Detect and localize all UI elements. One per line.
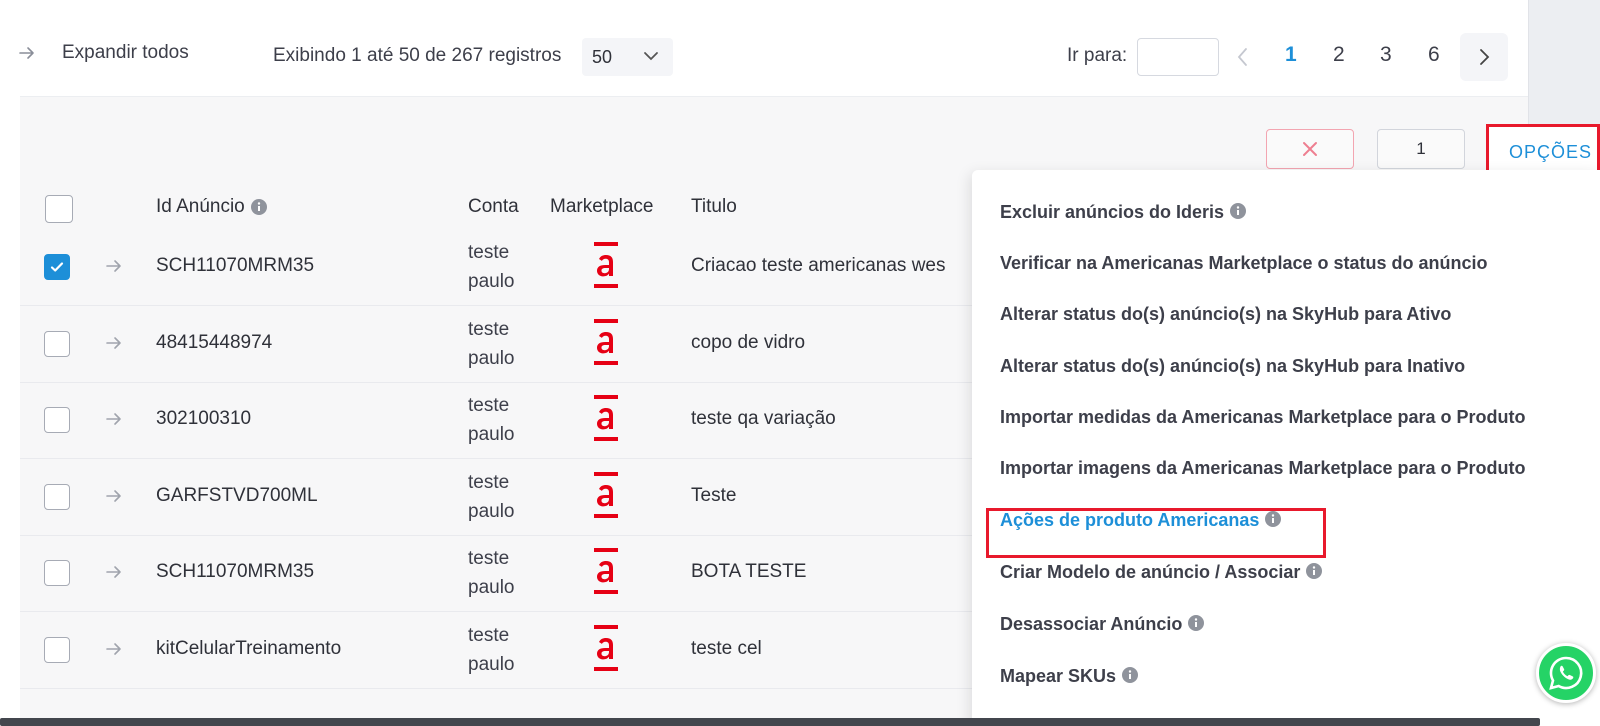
chevron-down-icon <box>644 52 658 61</box>
menu-item[interactable]: Desassociar Anúncio <box>1000 614 1205 635</box>
arrow-right-icon[interactable] <box>105 410 123 428</box>
page-6-button[interactable]: 6 <box>1428 43 1440 67</box>
americanas-logo <box>594 625 618 673</box>
menu-item-label: Alterar status do(s) anúncio(s) na SkyHu… <box>1000 356 1466 376</box>
ad-title[interactable]: BOTA TESTE <box>691 561 981 583</box>
table-row: kitCelularTreinamento teste paulo teste ce… <box>20 611 980 689</box>
table-row: SCH11070MRM35 teste paulo BOTA TESTE <box>20 534 980 612</box>
menu-item-label: Verificar na Americanas Marketplace o st… <box>1000 253 1488 273</box>
page-2-button[interactable]: 2 <box>1333 43 1345 67</box>
records-summary: Exibindo 1 até 50 de 267 registros <box>273 45 562 66</box>
menu-item-label: Alterar status do(s) anúncio(s) na SkyHu… <box>1000 304 1452 324</box>
expand-all-label: Expandir todos <box>62 42 189 63</box>
arrow-right-icon[interactable] <box>105 487 123 505</box>
menu-item[interactable]: Importar imagens da Americanas Marketpla… <box>1000 458 1526 479</box>
ad-id: SCH11070MRM35 <box>156 255 315 276</box>
select-all-checkbox[interactable] <box>45 195 73 223</box>
row-checkbox[interactable] <box>44 484 70 510</box>
menu-item[interactable]: Alterar status do(s) anúncio(s) na SkyHu… <box>1000 356 1465 377</box>
account-name: teste paulo <box>468 625 515 675</box>
ad-id: GARFSTVD700ML <box>156 485 318 506</box>
account-name: teste paulo <box>468 319 515 369</box>
account-name: teste paulo <box>468 242 515 292</box>
selected-count: 1 <box>1377 129 1465 169</box>
menu-item-label: Excluir anúncios do Ideris <box>1000 202 1225 222</box>
ad-title[interactable]: Teste <box>691 485 981 507</box>
americanas-logo <box>594 395 618 443</box>
column-header-marketplace[interactable]: Marketplace <box>550 196 654 218</box>
americanas-logo <box>594 472 618 520</box>
arrow-right-icon[interactable] <box>105 640 123 658</box>
next-page-button[interactable] <box>1460 33 1508 81</box>
whatsapp-icon <box>1549 656 1583 690</box>
americanas-logo <box>594 242 618 290</box>
ad-id: kitCelularTreinamento <box>156 638 342 659</box>
toolbar: Expandir todos Exibindo 1 até 50 de 267 … <box>0 0 1528 96</box>
ad-title[interactable]: teste qa variação <box>691 408 981 430</box>
goto-page-input[interactable] <box>1137 38 1219 76</box>
ad-id: SCH11070MRM35 <box>156 561 315 582</box>
row-checkbox[interactable] <box>44 637 70 663</box>
menu-item[interactable]: Alterar status do(s) anúncio(s) na SkyHu… <box>1000 304 1451 325</box>
arrow-right-icon <box>19 47 34 59</box>
column-header-title[interactable]: Titulo <box>691 196 737 218</box>
arrow-right-icon[interactable] <box>105 257 123 275</box>
info-icon[interactable] <box>1306 563 1323 580</box>
menu-item-label: Mapear SKUs <box>1000 666 1117 686</box>
row-checkbox[interactable] <box>44 254 70 280</box>
chevron-right-icon <box>1480 49 1490 65</box>
column-header-id[interactable]: Id Anúncio <box>156 196 267 218</box>
menu-item-label: Importar imagens da Americanas Marketpla… <box>1000 458 1526 478</box>
column-header-id-label: Id Anúncio <box>156 196 245 217</box>
row-checkbox[interactable] <box>44 331 70 357</box>
account-name: teste paulo <box>468 548 515 598</box>
page-3-button[interactable]: 3 <box>1380 43 1392 67</box>
menu-item[interactable]: Mapear SKUs <box>1000 666 1139 687</box>
info-icon[interactable] <box>1230 203 1247 220</box>
americanas-logo <box>594 319 618 367</box>
goto-page-label: Ir para: <box>1067 45 1128 66</box>
americanas-logo <box>594 548 618 596</box>
info-icon[interactable] <box>1188 615 1205 632</box>
table-row: GARFSTVD700ML teste paulo Teste <box>20 458 980 536</box>
menu-item[interactable]: Excluir anúncios do Ideris <box>1000 202 1247 223</box>
menu-item[interactable]: Importar medidas da Americanas Marketpla… <box>1000 407 1526 428</box>
info-icon[interactable] <box>250 198 267 215</box>
expand-all-button[interactable]: Expandir todos <box>18 42 189 64</box>
per-page-value: 50 <box>592 46 613 67</box>
row-checkbox[interactable] <box>44 560 70 586</box>
whatsapp-button[interactable] <box>1536 643 1596 703</box>
menu-item-label: Importar medidas da Americanas Marketpla… <box>1000 407 1526 427</box>
arrow-right-icon[interactable] <box>105 334 123 352</box>
account-name: teste paulo <box>468 395 515 445</box>
per-page-select[interactable]: 50 <box>582 38 673 76</box>
info-icon[interactable] <box>1122 667 1139 684</box>
ad-id: 302100310 <box>156 408 252 429</box>
arrow-right-icon[interactable] <box>105 563 123 581</box>
menu-item-label: Desassociar Anúncio <box>1000 614 1183 634</box>
menu-item[interactable]: Criar Modelo de anúncio / Associar <box>1000 562 1323 583</box>
table-row: SCH11070MRM35 teste paulo Criacao teste am… <box>20 228 980 306</box>
ad-id: 48415448974 <box>156 332 273 353</box>
ad-title[interactable]: copo de vidro <box>691 332 981 354</box>
chevron-left-icon[interactable] <box>1233 46 1253 68</box>
menu-item[interactable]: Verificar na Americanas Marketplace o st… <box>1000 253 1488 274</box>
page-1-button[interactable]: 1 <box>1285 43 1297 67</box>
close-icon <box>1303 142 1317 156</box>
menu-item-label: Criar Modelo de anúncio / Associar <box>1000 562 1301 582</box>
checkmark-icon <box>50 262 64 272</box>
ad-title[interactable]: teste cel <box>691 638 981 660</box>
row-checkbox[interactable] <box>44 407 70 433</box>
table-row: 48415448974 teste paulo copo de vidro <box>20 305 980 383</box>
column-header-account[interactable]: Conta <box>468 196 519 218</box>
account-name: teste paulo <box>468 472 515 522</box>
table-row: 302100310 teste paulo teste qa variação <box>20 381 980 459</box>
ad-title[interactable]: Criacao teste americanas wes <box>691 255 981 277</box>
highlight-box <box>986 508 1326 558</box>
horizontal-scrollbar[interactable] <box>0 718 1540 726</box>
clear-selection-button[interactable] <box>1266 129 1354 169</box>
options-dropdown-menu: Excluir anúncios do Ideris Verificar na A… <box>972 170 1600 726</box>
